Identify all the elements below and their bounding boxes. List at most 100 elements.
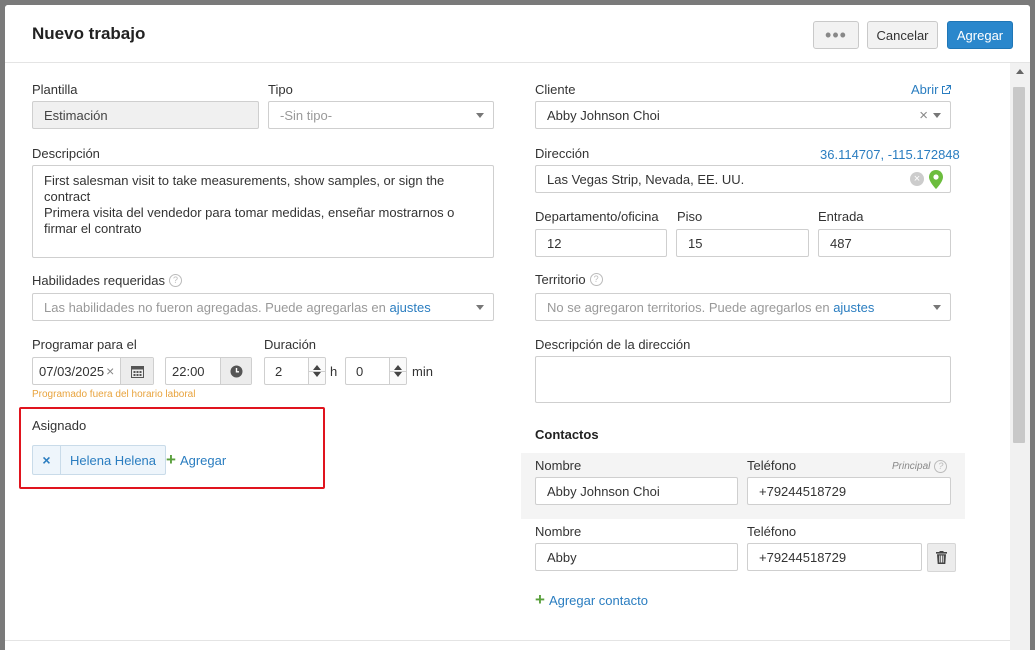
clear-date-icon[interactable]: × [106,363,114,379]
help-icon[interactable]: ? [589,273,603,286]
territorio-select[interactable]: No se agregaron territorios. Puede agreg… [535,293,951,321]
horas-stepper[interactable]: 2 [264,357,326,385]
help-icon[interactable]: ? [934,460,948,473]
territorio-label-text: Territorio [535,272,586,287]
plus-icon: + [535,590,545,609]
hora-value: 22:00 [172,363,205,379]
descripcion-label: Descripción [32,146,100,161]
contact-nombre-value: Abby Johnson Choi [547,483,660,499]
chevron-down-icon [933,113,941,118]
dialog-header: Nuevo trabajo ••• Cancelar Agregar [5,5,1030,63]
add-assignee-label: Agregar [179,452,227,468]
habilidades-text: Las habilidades no fueron agregadas. Pue… [44,299,386,315]
depto-label: Departamento/oficina [535,209,659,224]
tipo-value: -Sin tipo- [280,107,333,123]
habilidades-label: Habilidades requeridas? [32,273,182,288]
footer-divider [5,640,1010,641]
territorio-label: Territorio? [535,272,603,287]
out-of-hours-warning: Programado fuera del horario laboral [32,389,196,400]
piso-value: 15 [688,235,703,251]
cliente-label: Cliente [535,82,576,97]
coordinates-link[interactable]: 36.114707, -115.172848 [820,147,960,162]
horas-value: 2 [275,363,283,379]
direccion-value: Las Vegas Strip, Nevada, EE. UU. [547,171,745,187]
desc-direccion-textarea[interactable] [535,356,951,403]
habilidades-select[interactable]: Las habilidades no fueron agregadas. Pue… [32,293,494,321]
direccion-input[interactable]: Las Vegas Strip, Nevada, EE. UU. × [535,165,951,193]
cliente-value: Abby Johnson Choi [547,107,660,123]
trash-icon [936,551,947,564]
assignee-chip: × Helena Helena [32,445,167,475]
calendar-icon[interactable] [120,358,153,384]
depto-value: 12 [547,235,562,251]
minutos-stepper[interactable]: 0 [345,357,407,385]
more-options-button[interactable]: ••• [813,21,859,49]
plantilla-field: Estimación [32,101,259,129]
direccion-label: Dirección [535,146,590,161]
programar-label: Programar para el [32,337,137,352]
chevron-down-icon [476,305,484,310]
help-icon[interactable]: ? [168,274,182,287]
assignee-name[interactable]: Helena Helena [61,453,165,468]
contact-nombre-input[interactable]: Abby [535,543,738,571]
contact-telefono-value: +79244518729 [759,483,847,499]
new-job-dialog: Nuevo trabajo ••• Cancelar Agregar Plant… [5,5,1030,650]
scroll-up-icon[interactable] [1016,69,1024,74]
habilidades-label-text: Habilidades requeridas [32,273,165,288]
add-assignee-button[interactable]: + Agregar [166,450,226,470]
horas-spinner[interactable] [308,358,325,384]
plantilla-value: Estimación [44,107,108,123]
contact-nombre-input[interactable]: Abby Johnson Choi [535,477,738,505]
decrement-icon[interactable] [313,372,321,377]
chevron-down-icon [476,113,484,118]
contact-telefono-input[interactable]: +79244518729 [747,477,951,505]
abrir-link[interactable]: Abrir [911,82,952,97]
contact-nombre-value: Abby [547,549,577,565]
increment-icon[interactable] [313,365,321,370]
add-contact-label: Agregar contacto [548,592,648,608]
desc-direccion-label: Descripción de la dirección [535,337,691,352]
contact-nombre-label: Nombre [535,458,582,473]
cancel-button[interactable]: Cancelar [867,21,938,49]
entrada-input[interactable]: 487 [818,229,951,257]
entrada-label: Entrada [818,209,864,224]
contact-telefono-value: +79244518729 [759,549,847,565]
add-contact-button[interactable]: + Agregar contacto [535,590,648,610]
clear-address-icon[interactable]: × [910,172,924,186]
piso-input[interactable]: 15 [676,229,809,257]
horas-unit: h [330,364,338,379]
clock-icon[interactable] [220,358,251,384]
fecha-input[interactable]: 07/03/2025 × [32,357,154,385]
descripcion-textarea[interactable]: First salesman visit to take measurement… [32,165,494,258]
map-pin-icon[interactable] [929,170,943,189]
plantilla-label: Plantilla [32,82,78,97]
decrement-icon[interactable] [394,372,402,377]
clear-client-icon[interactable]: × [919,107,928,124]
duracion-label: Duración [264,337,317,352]
habilidades-settings-link[interactable]: ajustes [390,300,431,315]
add-button[interactable]: Agregar [947,21,1013,49]
delete-contact-button[interactable] [927,543,956,572]
minutos-spinner[interactable] [389,358,406,384]
remove-assignee-icon[interactable]: × [33,446,61,474]
contact-nombre-label: Nombre [535,524,582,539]
dialog-title: Nuevo trabajo [32,24,146,43]
minutos-unit: min [412,364,433,379]
principal-label: Principal? [892,460,948,473]
contact-telefono-input[interactable]: +79244518729 [747,543,922,571]
hora-input[interactable]: 22:00 [165,357,252,385]
depto-input[interactable]: 12 [535,229,667,257]
cliente-select[interactable]: Abby Johnson Choi × [535,101,951,129]
piso-label: Piso [677,209,703,224]
territorio-settings-link[interactable]: ajustes [833,300,874,315]
abrir-label: Abrir [911,82,939,97]
scrollbar-thumb[interactable] [1013,87,1025,443]
minutos-value: 0 [356,363,364,379]
contactos-title: Contactos [535,427,599,442]
external-link-icon [942,84,952,94]
increment-icon[interactable] [394,365,402,370]
plus-icon: + [166,450,176,469]
entrada-value: 487 [830,235,852,251]
tipo-select[interactable]: -Sin tipo- [268,101,494,129]
asignado-label: Asignado [32,418,87,433]
